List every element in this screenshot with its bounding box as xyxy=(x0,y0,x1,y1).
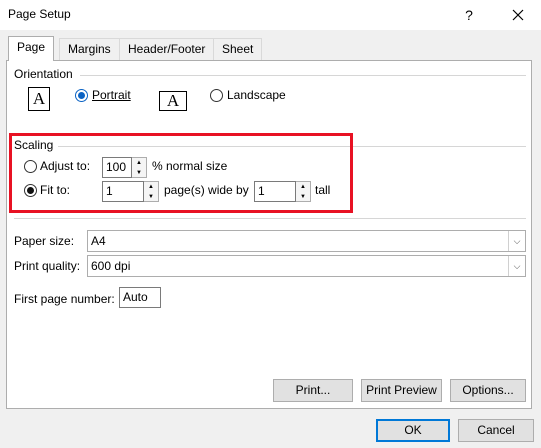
scaling-highlight-box xyxy=(9,133,353,213)
portrait-radio[interactable] xyxy=(75,89,88,102)
paper-size-label: Paper size: xyxy=(14,234,75,248)
scaling-bottom-separator xyxy=(14,218,526,219)
first-page-number-label: First page number: xyxy=(14,292,115,306)
help-icon[interactable]: ? xyxy=(458,4,480,26)
portrait-page-icon: A xyxy=(28,87,50,111)
options-button[interactable]: Options... xyxy=(450,379,526,402)
tab-margins[interactable]: Margins xyxy=(59,38,120,60)
chevron-down-icon[interactable]: ⌵ xyxy=(508,231,525,251)
tab-sheet[interactable]: Sheet xyxy=(213,38,263,60)
window-title: Page Setup xyxy=(8,7,71,21)
portrait-label[interactable]: Portrait xyxy=(92,88,131,102)
portrait-label-text: Portrait xyxy=(92,88,131,102)
tab-page[interactable]: Page xyxy=(8,36,55,61)
tab-header-footer[interactable]: Header/Footer xyxy=(119,38,215,60)
landscape-label-text: Landscape xyxy=(227,88,286,102)
cancel-button[interactable]: Cancel xyxy=(458,419,534,442)
print-preview-button[interactable]: Print Preview xyxy=(361,379,442,402)
orientation-separator xyxy=(80,75,526,76)
print-quality-value: 600 dpi xyxy=(91,259,131,273)
first-page-number-input[interactable]: Auto xyxy=(119,287,161,308)
paper-size-select[interactable]: A4 ⌵ xyxy=(87,230,526,252)
print-button[interactable]: Print... xyxy=(273,379,353,402)
print-quality-label: Print quality: xyxy=(14,259,81,273)
chevron-down-icon[interactable]: ⌵ xyxy=(508,256,525,276)
ok-button[interactable]: OK xyxy=(376,419,450,442)
close-icon[interactable] xyxy=(506,3,530,27)
landscape-label[interactable]: Landscape xyxy=(227,88,286,102)
paper-size-value: A4 xyxy=(91,234,106,248)
print-quality-select[interactable]: 600 dpi ⌵ xyxy=(87,255,526,277)
orientation-group-label: Orientation xyxy=(14,67,73,81)
landscape-radio[interactable] xyxy=(210,89,223,102)
landscape-page-icon: A xyxy=(159,91,187,111)
